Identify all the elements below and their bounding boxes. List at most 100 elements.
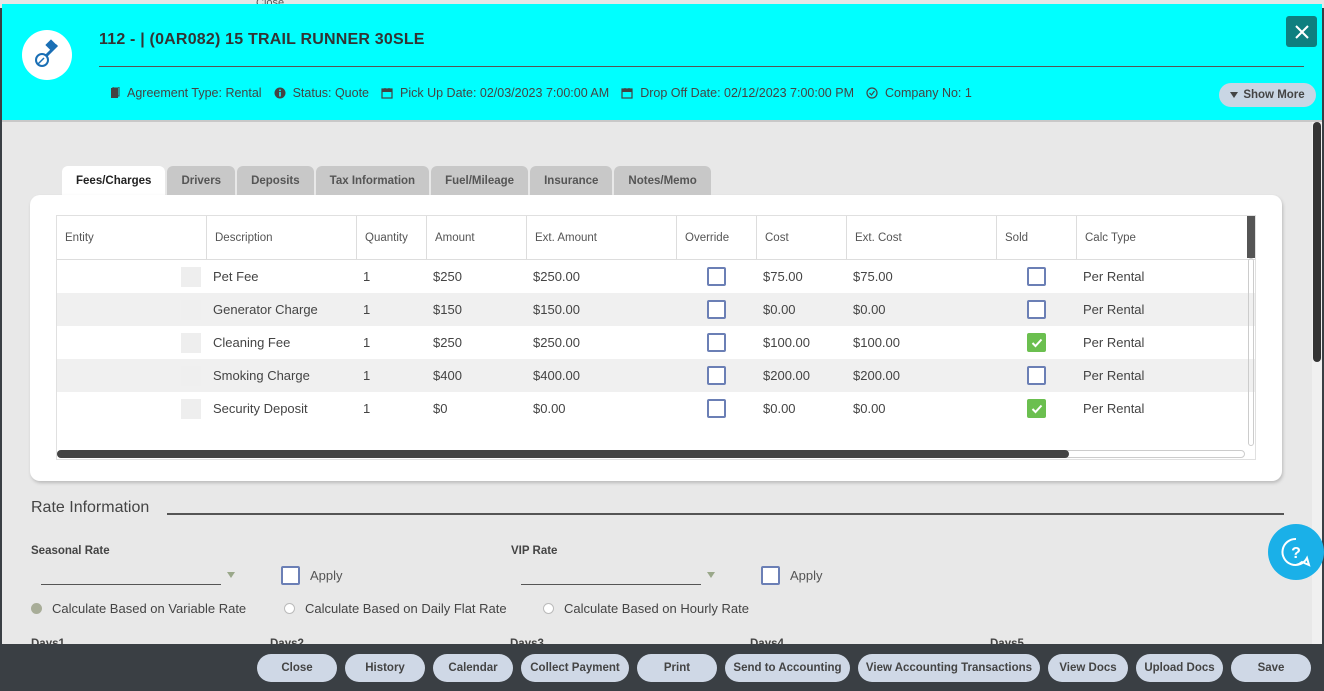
page-title: 112 - | (0AR082) 15 TRAIL RUNNER 30SLE [99, 31, 425, 48]
meta-pickup-date: Pick Up Date: 02/03/2023 7:00:00 AM [381, 86, 609, 100]
sold-checkbox[interactable] [1027, 300, 1046, 319]
table-row[interactable]: Pet Fee 1 $250 $250.00 $75.00 $75.00 Per Renta… [57, 260, 1255, 293]
grid-horizontal-scroll-thumb[interactable] [57, 450, 1069, 458]
tab-notes-memo[interactable]: Notes/Memo [614, 166, 711, 195]
tab-tax-information[interactable]: Tax Information [315, 166, 430, 195]
radio-hourly-rate[interactable]: Calculate Based on Hourly Rate [543, 601, 749, 616]
table-row[interactable]: Generator Charge 1 $150 $150.00 $0.00 $0.00 Pe… [57, 293, 1255, 326]
column-header-entity[interactable]: Entity [57, 216, 207, 259]
seasonal-apply-checkbox[interactable]: Apply [281, 566, 343, 585]
grid-vertical-scroll-thumb[interactable] [1247, 216, 1255, 258]
cost-cell: $200.00 [763, 368, 810, 383]
override-checkbox[interactable] [707, 300, 726, 319]
tab-drivers[interactable]: Drivers [167, 166, 236, 195]
entity-cell[interactable] [57, 260, 207, 293]
ext-cost-cell: $75.00 [853, 269, 893, 284]
quantity-cell: 1 [363, 335, 371, 350]
override-cell [677, 359, 757, 392]
sold-checkbox[interactable] [1027, 366, 1046, 385]
column-header-ext-cost[interactable]: Ext. Cost [847, 216, 997, 259]
chevron-down-icon[interactable] [227, 572, 235, 578]
history-button[interactable]: History [345, 654, 425, 682]
quantity-cell: 1 [363, 302, 371, 317]
column-header-override[interactable]: Override [677, 216, 757, 259]
vip-rate-dropdown[interactable] [521, 584, 701, 585]
radio-variable-rate[interactable]: Calculate Based on Variable Rate [31, 601, 246, 616]
vip-apply-checkbox[interactable]: Apply [761, 566, 823, 585]
radio-daily-flat-rate[interactable]: Calculate Based on Daily Flat Rate [284, 601, 507, 616]
meta-dropoff-date: Drop Off Date: 02/12/2023 7:00:00 PM [621, 86, 854, 100]
radio-selected-icon[interactable] [31, 603, 42, 614]
show-more-button[interactable]: Show More [1219, 83, 1316, 107]
override-cell [677, 260, 757, 293]
grid-vertical-scrollbar[interactable] [1245, 216, 1255, 448]
override-checkbox[interactable] [707, 267, 726, 286]
ext-cost-cell: $200.00 [853, 368, 900, 383]
checkbox-icon[interactable] [761, 566, 780, 585]
column-header-quantity[interactable]: Quantity [357, 216, 427, 259]
seasonal-rate-dropdown[interactable] [41, 584, 221, 585]
print-button[interactable]: Print [637, 654, 717, 682]
tab-deposits[interactable]: Deposits [237, 166, 314, 195]
sold-checkbox[interactable] [1027, 267, 1046, 286]
column-header-sold[interactable]: Sold [997, 216, 1077, 259]
entity-cell[interactable] [57, 359, 207, 392]
meta-agreement-type: Agreement Type: Rental [110, 86, 262, 100]
ext-amount-cell: $150.00 [533, 302, 580, 317]
tab-bar: Fees/Charges Drivers Deposits Tax Inform… [62, 166, 713, 195]
grid-horizontal-scrollbar[interactable] [57, 450, 1245, 458]
tab-fuel-mileage[interactable]: Fuel/Mileage [431, 166, 529, 195]
checkbox-icon[interactable] [281, 566, 300, 585]
calc-type-cell: Per Rental [1083, 401, 1145, 416]
tab-insurance[interactable]: Insurance [530, 166, 613, 195]
column-header-ext-amount[interactable]: Ext. Amount [527, 216, 677, 259]
radio-unselected-icon[interactable] [284, 603, 295, 614]
table-row[interactable]: Security Deposit 1 $0 $0.00 $0.00 $0.00 Per Re… [57, 392, 1255, 425]
sold-cell [997, 392, 1077, 425]
column-header-calc-type[interactable]: Calc Type [1077, 216, 1247, 259]
sold-cell [997, 359, 1077, 392]
modal-scrollbar-thumb[interactable] [1313, 122, 1321, 362]
sold-checkbox[interactable] [1027, 333, 1046, 352]
upload-docs-button[interactable]: Upload Docs [1136, 654, 1223, 682]
sold-checkbox[interactable] [1027, 399, 1046, 418]
grid-header-row: Entity Description Quantity Amount Ext. … [57, 216, 1255, 260]
ext-cost-cell: $0.00 [853, 302, 886, 317]
radio-unselected-icon[interactable] [543, 603, 554, 614]
help-button[interactable]: ? [1268, 524, 1324, 580]
caret-down-icon [1230, 92, 1239, 98]
ext-amount-cell: $250.00 [533, 335, 580, 350]
entity-cell[interactable] [57, 326, 207, 359]
description-cell: Generator Charge [213, 302, 318, 317]
column-header-amount[interactable]: Amount [427, 216, 527, 259]
column-header-description[interactable]: Description [207, 216, 357, 259]
calendar-button[interactable]: Calendar [433, 654, 513, 682]
entity-cell[interactable] [57, 392, 207, 425]
table-row[interactable]: Cleaning Fee 1 $250 $250.00 $100.00 $100.00 Pe… [57, 326, 1255, 359]
table-row[interactable]: Smoking Charge 1 $400 $400.00 $200.00 $200.00… [57, 359, 1255, 392]
override-checkbox[interactable] [707, 366, 726, 385]
override-checkbox[interactable] [707, 333, 726, 352]
column-header-cost[interactable]: Cost [757, 216, 847, 259]
vip-rate-label: VIP Rate [511, 545, 558, 557]
grid-vertical-scroll-track[interactable] [1248, 258, 1254, 446]
override-checkbox[interactable] [707, 399, 726, 418]
view-accounting-transactions-button[interactable]: View Accounting Transactions [858, 654, 1040, 682]
close-modal-button[interactable] [1286, 16, 1317, 47]
send-to-accounting-button[interactable]: Send to Accounting [725, 654, 850, 682]
modal-header: 112 - | (0AR082) 15 TRAIL RUNNER 30SLE A… [2, 4, 1322, 122]
view-docs-button[interactable]: View Docs [1048, 654, 1128, 682]
collect-payment-button[interactable]: Collect Payment [521, 654, 629, 682]
app-logo [22, 30, 72, 80]
quantity-cell: 1 [363, 401, 371, 416]
chevron-down-icon[interactable] [707, 572, 715, 578]
entity-cell[interactable] [57, 293, 207, 326]
cost-cell: $100.00 [763, 335, 810, 350]
ext-amount-cell: $0.00 [533, 401, 566, 416]
close-button[interactable]: Close [257, 654, 337, 682]
sold-cell [997, 326, 1077, 359]
tab-fees-charges[interactable]: Fees/Charges [62, 166, 166, 195]
check-circle-icon [866, 87, 878, 99]
ext-amount-cell: $250.00 [533, 269, 580, 284]
save-button[interactable]: Save [1231, 654, 1311, 682]
